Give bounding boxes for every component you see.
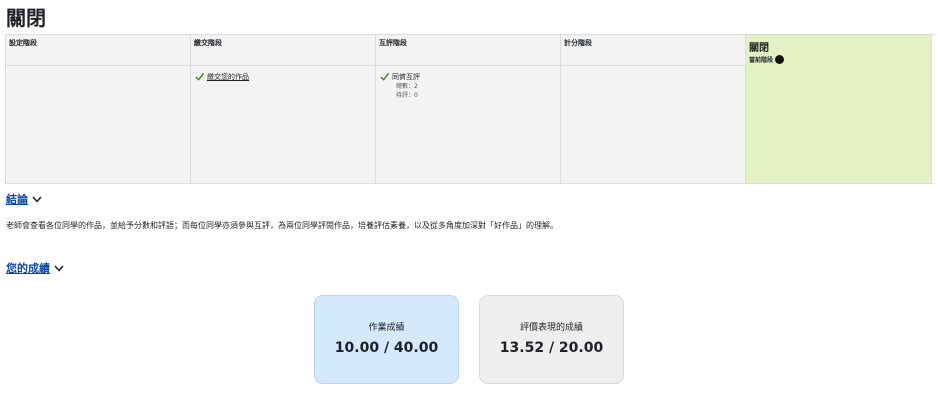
task-submit-work: 繳交您的作品 bbox=[191, 66, 375, 82]
peer-assessment-total: 總數：2 bbox=[396, 83, 418, 90]
page-title: 關閉 bbox=[6, 6, 46, 30]
phase-closed-header: 關閉 當前階段 bbox=[746, 35, 931, 66]
phase-setup-title: 設定階段 bbox=[6, 35, 190, 66]
phase-grading-title: 計分階段 bbox=[561, 35, 745, 66]
assessment-grade-label: 評價表現的成績 bbox=[519, 323, 583, 333]
peer-assessment-label: 同儕互評 bbox=[392, 73, 420, 81]
phase-setup: 設定階段 bbox=[6, 35, 191, 183]
submission-grade-label: 作業成績 bbox=[368, 323, 405, 333]
phase-grid: 設定階段 繳交階段 繳交您的作品 互評階段 同儕互評 總數：2 待評：0 計分階… bbox=[5, 34, 934, 184]
chevron-down-icon[interactable] bbox=[54, 265, 64, 272]
phase-submission-title: 繳交階段 bbox=[191, 35, 375, 66]
check-icon bbox=[380, 72, 389, 81]
assessment-grade-card: 評價表現的成績 13.52 / 20.00 bbox=[479, 295, 624, 384]
submit-work-link[interactable]: 繳交您的作品 bbox=[207, 72, 249, 82]
assessment-grade-value: 13.52 / 20.00 bbox=[499, 340, 604, 356]
phase-assessment-title: 互評階段 bbox=[376, 35, 560, 66]
phase-assessment: 互評階段 同儕互評 總數：2 待評：0 bbox=[376, 35, 561, 183]
grades-heading[interactable]: 您的成績 bbox=[6, 260, 50, 276]
current-phase-dot-icon bbox=[775, 55, 785, 64]
current-phase-label: 當前階段 bbox=[749, 57, 774, 64]
phase-grading: 計分階段 bbox=[561, 35, 746, 183]
chevron-down-icon[interactable] bbox=[32, 196, 42, 203]
submission-grade-value: 10.00 / 40.00 bbox=[334, 340, 439, 356]
phase-submission: 繳交階段 繳交您的作品 bbox=[191, 35, 376, 183]
grades-toggle[interactable]: 您的成績 bbox=[6, 260, 64, 276]
peer-assessment-pending: 待評：0 bbox=[396, 92, 418, 99]
conclusion-text: 老師會查看各位同學的作品，並給予分數和評語；而每位同學亦須參與互評，為兩位同學評… bbox=[6, 221, 558, 230]
phase-closed: 關閉 當前階段 bbox=[746, 35, 932, 183]
submission-grade-card: 作業成績 10.00 / 40.00 bbox=[314, 295, 459, 384]
task-peer-assessment: 同儕互評 bbox=[376, 66, 560, 82]
conclusion-heading[interactable]: 結論 bbox=[6, 191, 28, 207]
check-icon bbox=[195, 72, 204, 81]
current-phase-indicator: 當前階段 bbox=[749, 55, 928, 64]
conclusion-toggle[interactable]: 結論 bbox=[6, 191, 42, 207]
phase-closed-title: 關閉 bbox=[749, 43, 769, 54]
